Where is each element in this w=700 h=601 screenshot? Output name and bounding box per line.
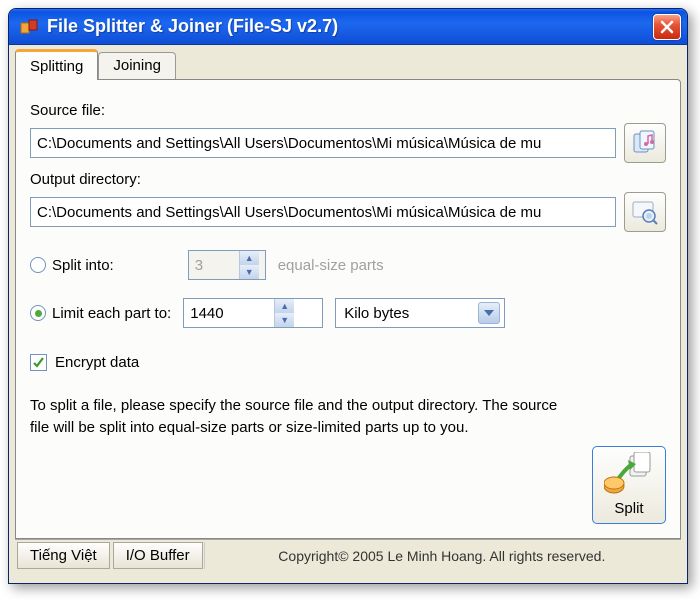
- tab-joining[interactable]: Joining: [98, 52, 176, 79]
- split-into-radio[interactable]: Split into:: [30, 257, 114, 274]
- copyright-text: Copyright© 2005 Le Minh Hoang. All right…: [204, 542, 679, 569]
- radio-icon: [30, 257, 46, 273]
- help-text: To split a file, please specify the sour…: [30, 395, 570, 439]
- output-directory-label: Output directory:: [30, 171, 666, 188]
- chevron-down-icon: [478, 302, 500, 324]
- split-into-value: [189, 251, 239, 279]
- split-button-label: Split: [614, 500, 643, 517]
- limit-each-part-row: Limit each part to: ▲ ▼ Kilo bytes: [30, 298, 666, 328]
- split-into-suffix: equal-size parts: [278, 257, 384, 274]
- limit-unit-value: Kilo bytes: [344, 305, 478, 322]
- browse-output-button[interactable]: [624, 192, 666, 232]
- title-bar[interactable]: File Splitter & Joiner (File-SJ v2.7): [9, 9, 687, 45]
- source-file-input[interactable]: [30, 128, 616, 158]
- output-directory-row: [30, 192, 666, 232]
- encrypt-row: Encrypt data: [30, 354, 666, 371]
- split-into-label: Split into:: [52, 257, 114, 274]
- output-directory-input[interactable]: [30, 197, 616, 227]
- source-file-label: Source file:: [30, 102, 666, 119]
- window-title: File Splitter & Joiner (File-SJ v2.7): [47, 16, 653, 37]
- tab-label: Splitting: [30, 58, 83, 75]
- checkbox-icon: [30, 354, 47, 371]
- split-icon: [604, 447, 654, 500]
- chevron-up-icon[interactable]: ▲: [275, 299, 294, 313]
- client-area: Splitting Joining Source file:: [9, 45, 687, 577]
- browse-source-button[interactable]: [624, 123, 666, 163]
- limit-radio[interactable]: Limit each part to:: [30, 305, 171, 322]
- browse-folder-icon: [631, 198, 659, 226]
- limit-value-input[interactable]: [184, 299, 274, 327]
- io-buffer-button[interactable]: I/O Buffer: [113, 542, 203, 569]
- radio-icon: [30, 305, 46, 321]
- tab-splitting[interactable]: Splitting: [15, 49, 98, 80]
- split-into-row: Split into: ▲ ▼ equal-size parts: [30, 250, 666, 280]
- app-icon: [19, 17, 39, 37]
- split-into-spinner: ▲ ▼: [188, 250, 266, 280]
- source-file-row: [30, 123, 666, 163]
- limit-value-spinner[interactable]: ▲ ▼: [183, 298, 323, 328]
- tab-header: Splitting Joining: [15, 49, 681, 79]
- tab-label: Joining: [113, 57, 161, 74]
- close-button[interactable]: [653, 14, 681, 40]
- status-bar: Tiếng Việt I/O Buffer Copyright© 2005 Le…: [15, 539, 681, 571]
- limit-unit-select[interactable]: Kilo bytes: [335, 298, 505, 328]
- split-button[interactable]: Split: [592, 446, 666, 524]
- tab-body-splitting: Source file: Output directory:: [15, 79, 681, 539]
- music-files-icon: [631, 129, 659, 157]
- application-window: File Splitter & Joiner (File-SJ v2.7) Sp…: [8, 8, 688, 584]
- language-button[interactable]: Tiếng Việt: [17, 542, 110, 569]
- chevron-up-icon: ▲: [240, 251, 259, 265]
- chevron-down-icon: ▼: [240, 265, 259, 279]
- chevron-down-icon[interactable]: ▼: [275, 313, 294, 327]
- limit-label: Limit each part to:: [52, 305, 171, 322]
- encrypt-label: Encrypt data: [55, 354, 139, 371]
- encrypt-checkbox[interactable]: Encrypt data: [30, 354, 139, 371]
